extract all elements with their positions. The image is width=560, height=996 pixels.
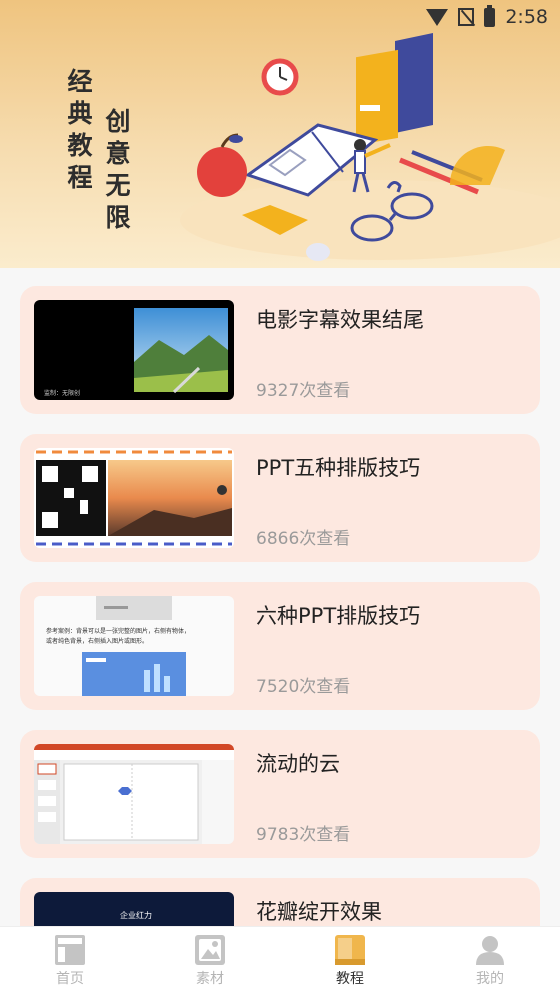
tutorial-thumbnail xyxy=(34,744,234,844)
nav-label: 我的 xyxy=(476,971,504,987)
tutorial-title: 流动的云 xyxy=(256,752,340,776)
home-icon xyxy=(55,935,85,965)
tutorial-thumbnail: 参考案例：背景可以是一张完整的图片，右侧有物体， 或者纯色背景，右侧插入图片或图… xyxy=(34,596,234,696)
nav-materials[interactable]: 素材 xyxy=(140,927,280,996)
tutorial-card[interactable]: 流动的云 9783次查看 xyxy=(20,730,540,858)
tutorial-title: 花瓣绽开效果 xyxy=(256,900,382,924)
thumbnail-caption: 监制：无限创 xyxy=(44,390,81,397)
tutorial-title: 电影字幕效果结尾 xyxy=(256,308,424,332)
battery-icon xyxy=(484,4,496,27)
nav-label: 素材 xyxy=(196,971,224,987)
nav-tutorials[interactable]: 教程 xyxy=(280,927,420,996)
banner[interactable]: 经典教程 创意无限 xyxy=(0,0,560,268)
tutorial-views: 9783次查看 xyxy=(256,825,351,845)
banner-slogan-1: 经典教程 xyxy=(64,68,93,196)
nav-home[interactable]: 首页 xyxy=(0,927,140,996)
no-signal-icon xyxy=(458,8,475,26)
app-screen: 经典教程 创意无限 2:58 监制：无限创 电影字幕效果结尾 9327次查看 P… xyxy=(0,0,560,996)
nav-profile[interactable]: 我的 xyxy=(420,927,560,996)
nav-label: 教程 xyxy=(336,971,364,987)
bottom-navigation: 首页 素材 教程 我的 xyxy=(0,926,560,996)
tutorial-views: 6866次查看 xyxy=(256,529,351,549)
banner-slogan-2: 创意无限 xyxy=(102,108,131,236)
tutorial-card[interactable]: PPT五种排版技巧 6866次查看 xyxy=(20,434,540,562)
nav-label: 首页 xyxy=(56,971,84,987)
wifi-icon xyxy=(426,8,449,26)
user-icon xyxy=(476,936,504,965)
status-bar: 2:58 xyxy=(0,0,560,34)
status-time: 2:58 xyxy=(505,6,548,28)
tutorial-card[interactable]: 监制：无限创 电影字幕效果结尾 9327次查看 xyxy=(20,286,540,414)
tutorial-card[interactable]: 参考案例：背景可以是一张完整的图片，右侧有物体， 或者纯色背景，右侧插入图片或图… xyxy=(20,582,540,710)
thumbnail-text-1: 参考案例：背景可以是一张完整的图片，右侧有物体， xyxy=(46,628,191,635)
image-icon xyxy=(195,935,225,965)
tutorial-views: 9327次查看 xyxy=(256,381,351,401)
tutorial-thumbnail: 监制：无限创 xyxy=(34,300,234,400)
tutorial-title: 六种PPT排版技巧 xyxy=(256,604,421,628)
tutorial-list: 监制：无限创 电影字幕效果结尾 9327次查看 PPT五种排版技巧 6866次查… xyxy=(20,286,540,996)
tutorial-title: PPT五种排版技巧 xyxy=(256,456,421,480)
thumbnail-title: 企业红力 xyxy=(120,911,152,920)
tutorial-thumbnail xyxy=(34,448,234,548)
book-icon xyxy=(335,935,365,965)
thumbnail-text-2: 或者纯色背景，右侧插入图片或图形。 xyxy=(46,638,149,645)
tutorial-views: 7520次查看 xyxy=(256,677,351,697)
